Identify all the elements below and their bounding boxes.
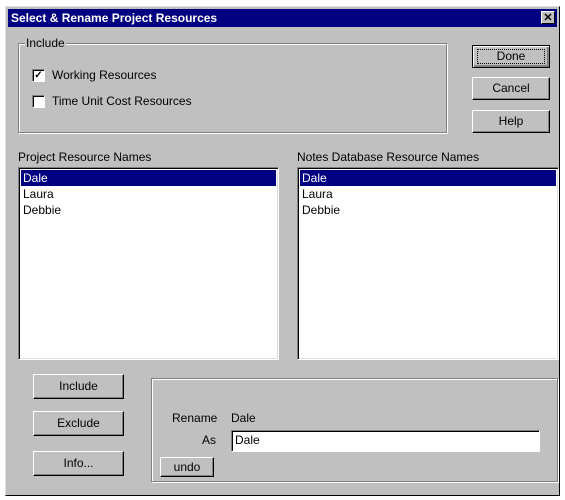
include-group: Include ✓ Working Resources Time Unit Co… bbox=[18, 36, 447, 133]
working-resources-checkbox[interactable]: ✓ bbox=[32, 68, 45, 82]
list-item[interactable]: Dale bbox=[300, 170, 556, 186]
exclude-button[interactable]: Exclude bbox=[33, 411, 124, 436]
include-group-legend: Include bbox=[25, 36, 66, 50]
working-resources-label: Working Resources bbox=[52, 68, 157, 82]
list-item[interactable]: Dale bbox=[21, 170, 276, 186]
time-unit-cost-checkbox[interactable] bbox=[32, 94, 45, 108]
project-list-label: Project Resource Names bbox=[18, 150, 152, 164]
info-button[interactable]: Info... bbox=[33, 451, 124, 476]
time-unit-cost-label: Time Unit Cost Resources bbox=[52, 94, 192, 108]
rename-panel: Rename Dale As Dale undo bbox=[151, 378, 558, 482]
rename-resources-dialog: Select & Rename Project Resources ✕ Incl… bbox=[5, 6, 560, 496]
as-label: As bbox=[202, 433, 217, 447]
time-unit-cost-option[interactable]: Time Unit Cost Resources bbox=[32, 94, 192, 108]
rename-as-input[interactable]: Dale bbox=[231, 430, 540, 452]
cancel-button[interactable]: Cancel bbox=[472, 77, 550, 100]
working-resources-option[interactable]: ✓ Working Resources bbox=[32, 68, 156, 82]
undo-button[interactable]: undo bbox=[160, 457, 214, 477]
project-resource-list[interactable]: Dale Laura Debbie bbox=[18, 167, 279, 360]
current-name: Dale bbox=[231, 411, 256, 425]
title-bar: Select & Rename Project Resources ✕ bbox=[8, 9, 557, 27]
window-title: Select & Rename Project Resources bbox=[11, 11, 218, 25]
done-button[interactable]: Done bbox=[472, 45, 550, 68]
help-button[interactable]: Help bbox=[472, 110, 550, 133]
notes-list-label: Notes Database Resource Names bbox=[297, 150, 480, 164]
list-item[interactable]: Debbie bbox=[21, 202, 276, 218]
list-item[interactable]: Laura bbox=[21, 186, 276, 202]
focus-rect bbox=[477, 49, 545, 64]
rename-label: Rename bbox=[172, 411, 218, 425]
include-button[interactable]: Include bbox=[33, 374, 124, 399]
close-icon[interactable]: ✕ bbox=[541, 11, 555, 24]
list-item[interactable]: Laura bbox=[300, 186, 556, 202]
list-item[interactable]: Debbie bbox=[300, 202, 556, 218]
notes-resource-list[interactable]: Dale Laura Debbie bbox=[297, 167, 559, 360]
